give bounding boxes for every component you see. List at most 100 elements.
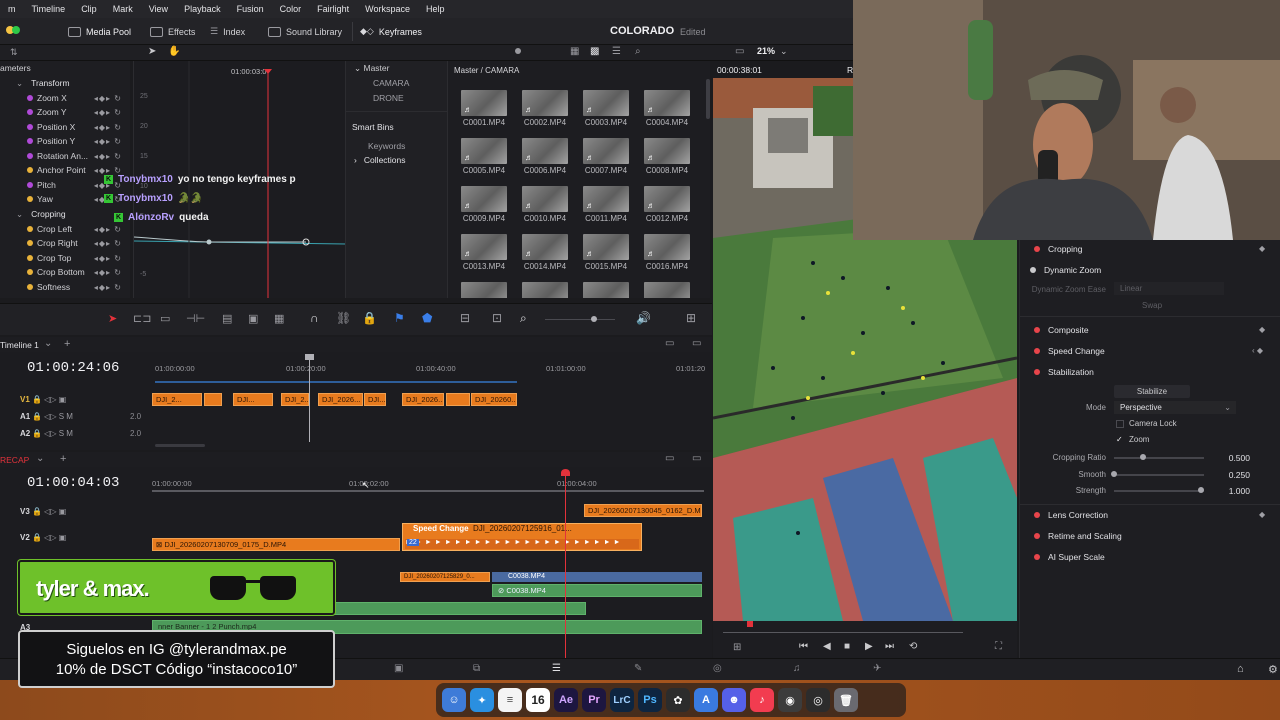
enable-dot-icon[interactable]: [1030, 267, 1036, 273]
play-reverse-icon[interactable]: ◀: [823, 641, 831, 652]
search-icon[interactable]: ⌕: [635, 46, 641, 57]
play-icon[interactable]: ▶: [865, 641, 873, 652]
menu-view[interactable]: View: [141, 4, 176, 14]
color-page-icon[interactable]: ◎: [713, 663, 722, 674]
enable-dot-icon[interactable]: [1034, 533, 1040, 539]
param-rotation[interactable]: Rotation An... ◂◆▸ ↻: [0, 149, 130, 163]
minimize-panel-icon[interactable]: ▭: [665, 338, 674, 349]
keyframes-button[interactable]: ◆◇ Keyframes: [360, 24, 422, 39]
zoom-level[interactable]: 21%: [757, 46, 775, 56]
timeline-clip[interactable]: DJI_20260207125829_0...: [400, 572, 490, 582]
minimize-panel-icon[interactable]: ▭: [665, 453, 674, 464]
discord-icon[interactable]: ☻: [722, 688, 746, 712]
clip-thumbnail[interactable]: ♬: [522, 138, 568, 164]
maximize-panel-icon[interactable]: ▭: [692, 338, 701, 349]
clip-thumbnail[interactable]: ♬: [461, 90, 507, 116]
fusion-page-icon[interactable]: ✎: [634, 663, 642, 674]
clip-thumbnail[interactable]: ♬: [461, 186, 507, 212]
overwrite-clip-icon[interactable]: ▣: [248, 312, 258, 325]
lightroom-icon[interactable]: LrC: [610, 688, 634, 712]
keyframe-controls-icon[interactable]: ◂◆▸ ↻: [94, 137, 122, 146]
scrubber-playhead[interactable]: [747, 621, 753, 627]
zoom-checkbox[interactable]: ✓ Zoom: [1116, 435, 1149, 444]
clip-thumbnail[interactable]: ♬: [522, 186, 568, 212]
clip-thumbnail[interactable]: ♬: [583, 138, 629, 164]
param-crop-bottom[interactable]: Crop Bottom ◂◆▸ ↻: [0, 265, 130, 279]
trash-icon[interactable]: 🗑: [834, 688, 858, 712]
dynamic-trim-icon[interactable]: ▭: [160, 312, 170, 325]
zoom-full-icon[interactable]: ⊟: [460, 311, 470, 325]
safari-icon[interactable]: ✦: [470, 688, 494, 712]
bin-camara[interactable]: CAMARA: [373, 78, 409, 88]
filter-icon[interactable]: ⇅: [10, 47, 18, 58]
edit-page-icon[interactable]: ☰: [552, 663, 561, 674]
audio-clip[interactable]: [300, 602, 586, 615]
zoom-slider[interactable]: [545, 319, 615, 320]
dz-ease-dropdown[interactable]: Linear: [1114, 282, 1224, 295]
premiere-icon[interactable]: Pr: [582, 688, 606, 712]
timeline-clip[interactable]: C0038.MP4: [492, 572, 702, 582]
zoom-slider-knob[interactable]: [591, 316, 597, 322]
param-crop-left[interactable]: Crop Left ◂◆▸ ↻: [0, 222, 130, 236]
smart-bin-collections[interactable]: › Collections: [354, 155, 406, 165]
sound-library-button[interactable]: Sound Library: [268, 24, 342, 39]
flag-icon[interactable]: ⚑: [394, 311, 405, 325]
clip-thumbnail[interactable]: ♬: [522, 234, 568, 260]
timeline-clip[interactable]: DJI...: [364, 393, 386, 406]
playhead[interactable]: [309, 356, 310, 442]
timeline-clip[interactable]: DJI_2...: [281, 393, 309, 406]
track-controls-icon[interactable]: 🔒 ◁▷ ▣: [32, 533, 66, 542]
media-page-icon[interactable]: ▣: [394, 663, 403, 674]
clip-thumbnail[interactable]: ♬: [644, 90, 690, 116]
mode-dropdown[interactable]: Perspective ⌄: [1114, 401, 1236, 414]
section-retime[interactable]: Retime and Scaling: [1034, 531, 1122, 541]
menu-workspace[interactable]: Workspace: [357, 4, 418, 14]
bin-master[interactable]: ⌄ Master: [354, 63, 389, 74]
chevron-down-icon[interactable]: ⌄: [780, 46, 788, 57]
timeline-clip[interactable]: DJI_20260...: [471, 393, 517, 406]
menu-timeline[interactable]: Timeline: [24, 4, 74, 14]
add-timeline-icon[interactable]: +: [60, 453, 66, 465]
track-header-v3[interactable]: V3 🔒 ◁▷ ▣: [0, 503, 152, 519]
slider-knob[interactable]: [1140, 454, 1146, 460]
clip-thumbnail[interactable]: ♬: [461, 234, 507, 260]
keyframe-controls-icon[interactable]: ◂◆▸ ↻: [94, 225, 122, 234]
menu-fusion[interactable]: Fusion: [229, 4, 272, 14]
menu-clip[interactable]: Clip: [73, 4, 105, 14]
link-icon[interactable]: ⛓: [336, 311, 351, 325]
param-zoom-y[interactable]: Zoom Y ◂◆▸ ↻: [0, 105, 130, 119]
strength-slider[interactable]: [1114, 490, 1204, 492]
smooth-slider[interactable]: [1114, 474, 1204, 476]
timeline-clip[interactable]: ⊠ DJI_20260207130709_0175_D.MP4: [152, 538, 400, 551]
list-view-icon[interactable]: ☰: [612, 46, 621, 57]
chevron-down-icon[interactable]: ⌄: [36, 453, 44, 464]
after-effects-icon[interactable]: Ae: [554, 688, 578, 712]
effects-button[interactable]: Effects: [150, 24, 195, 39]
track-controls-icon[interactable]: 🔒 ◁▷ S M: [32, 429, 73, 438]
param-position-y[interactable]: Position Y ◂◆▸ ↻: [0, 134, 130, 148]
loop-icon[interactable]: ⟲: [909, 641, 917, 652]
home-icon[interactable]: ⌂: [1237, 663, 1244, 675]
keyframe-diamond-icon[interactable]: ◆: [1259, 510, 1265, 519]
section-lens-correction[interactable]: Lens Correction: [1034, 510, 1108, 520]
keyframe-controls-icon[interactable]: ◂◆▸ ↻: [94, 123, 122, 132]
timeline-clip[interactable]: DJI_20260207130045_0162_D.MP4: [584, 504, 702, 517]
clip-thumbnail[interactable]: [644, 282, 690, 298]
pool-scrollbar[interactable]: [706, 79, 710, 119]
bin-drone[interactable]: DRONE: [373, 93, 404, 103]
settings-gear-icon[interactable]: ⚙: [1268, 663, 1278, 676]
timeline-clip[interactable]: DJI_2...: [152, 393, 202, 406]
index-button[interactable]: ☰ Index: [210, 24, 245, 39]
clip-thumbnail[interactable]: ♬: [522, 90, 568, 116]
enable-dot-icon[interactable]: [1034, 369, 1040, 375]
param-position-x[interactable]: Position X ◂◆▸ ↻: [0, 120, 130, 134]
zoom-detail-icon[interactable]: ⊡: [492, 311, 502, 325]
track-header-a2[interactable]: A2 🔒 ◁▷ S M 2.0: [0, 425, 152, 441]
keyframe-controls-icon[interactable]: ◂◆▸ ↻: [94, 108, 122, 117]
track-controls-icon[interactable]: 🔒 ◁▷ S M: [32, 412, 73, 421]
hand-icon[interactable]: ✋: [168, 46, 180, 57]
section-dynamic-zoom[interactable]: Dynamic Zoom: [1030, 265, 1101, 275]
jump-start-icon[interactable]: ⏮: [799, 641, 808, 652]
clip-thumbnail[interactable]: ♬: [644, 234, 690, 260]
section-ai-super-scale[interactable]: AI Super Scale: [1034, 552, 1105, 562]
